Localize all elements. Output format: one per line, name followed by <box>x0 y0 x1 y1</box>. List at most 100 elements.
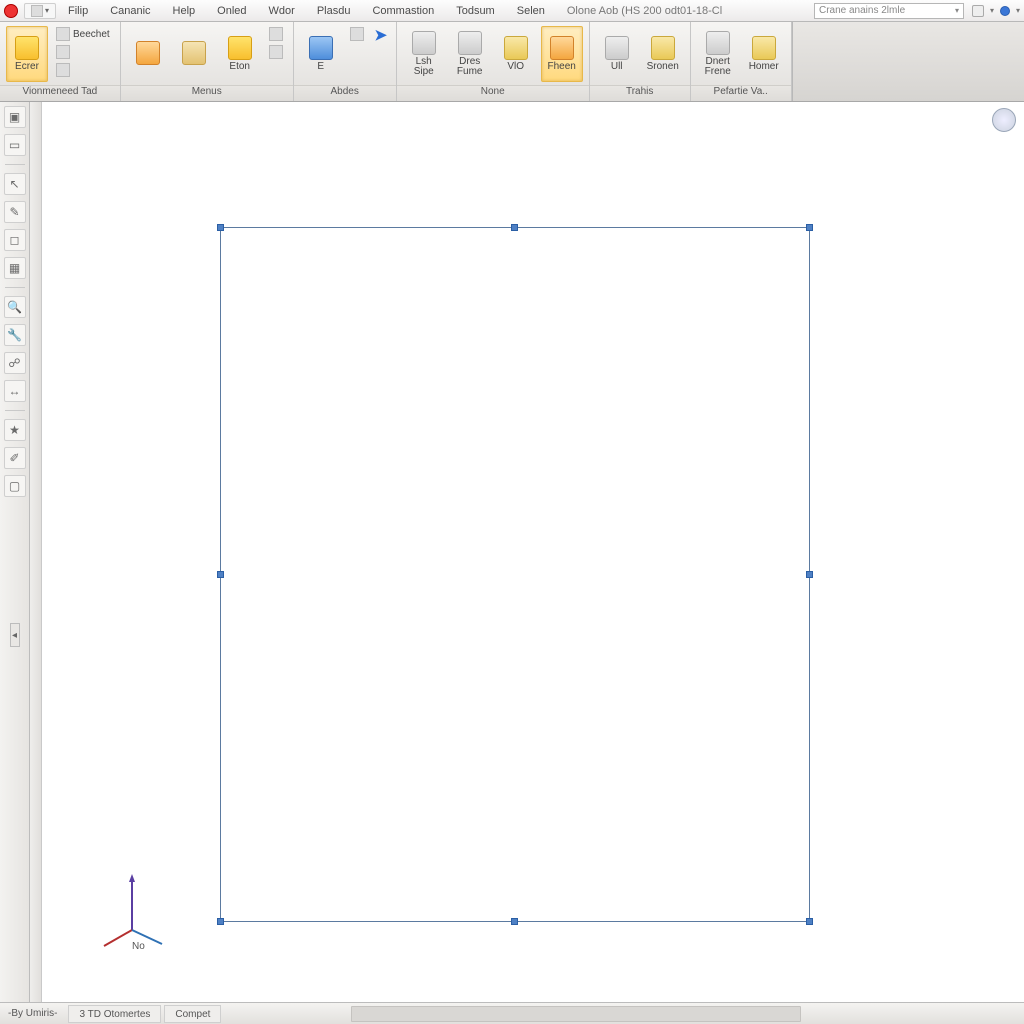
status-tab-0[interactable]: 3 TD Otomertes <box>68 1005 161 1023</box>
ribbon-button-1-1[interactable] <box>173 26 215 82</box>
status-tab-1[interactable]: Compet <box>164 1005 221 1023</box>
ribbon-button-icon <box>458 31 482 55</box>
resize-handle-s[interactable] <box>511 918 518 925</box>
chart-icon[interactable]: ▣ <box>4 106 26 128</box>
menu-item-1[interactable]: Cananic <box>100 2 160 20</box>
menu-item-3[interactable]: Onled <box>207 2 256 20</box>
ribbon-button-1-2[interactable]: Eton <box>219 26 261 82</box>
highlight-icon[interactable]: ★ <box>4 419 26 441</box>
ribbon-button-label: VlO <box>507 62 524 72</box>
menu-item-8[interactable]: Selen <box>507 2 555 20</box>
app-icon[interactable] <box>4 4 18 18</box>
ribbon-button-3-2[interactable]: VlO <box>495 26 537 82</box>
ribbon-small-button-0-0[interactable]: Beechet <box>52 26 114 42</box>
toolbar-separator <box>5 410 25 411</box>
ribbon-button-0-0[interactable]: Ecrer <box>6 26 48 82</box>
ribbon-small-button-0-1[interactable] <box>52 44 114 60</box>
resize-handle-e[interactable] <box>806 571 813 578</box>
ribbon-button-icon <box>651 36 675 60</box>
menu-item-7[interactable]: Todsum <box>446 2 505 20</box>
ribbon-button-5-1[interactable]: Homer <box>743 26 785 82</box>
search-icon[interactable]: 🔍 <box>4 296 26 318</box>
ribbon-button-icon <box>136 41 160 65</box>
ribbon-button-2-0[interactable]: E <box>300 26 342 82</box>
canvas[interactable]: No <box>42 102 1024 1002</box>
ribbon-button-label: Fheen <box>548 62 576 72</box>
ribbon-button-3-3[interactable]: Fheen <box>541 26 583 82</box>
box-icon[interactable]: ◻ <box>4 229 26 251</box>
measure-icon[interactable]: ↔ <box>4 380 26 402</box>
view-compass-icon[interactable] <box>992 108 1016 132</box>
ribbon-small-button-2-0[interactable] <box>346 26 368 42</box>
ribbon-panel-4: UllSronenTrahis <box>590 22 691 101</box>
ribbon-button-icon <box>706 31 730 55</box>
status-dot-icon[interactable] <box>1000 6 1010 16</box>
resize-handle-se[interactable] <box>806 918 813 925</box>
menu-item-5[interactable]: Plasdu <box>307 2 361 20</box>
search-input[interactable]: Crane anains 2lmle ▾ <box>814 3 964 19</box>
ribbon-button-4-1[interactable]: Sronen <box>642 26 684 82</box>
small-button-icon <box>269 45 283 59</box>
menu-bar: ▾ Filip Cananic Help Onled Wdor Plasdu C… <box>0 0 1024 22</box>
eyedropper-icon[interactable]: ✐ <box>4 447 26 469</box>
ribbon-button-5-0[interactable]: DnertFrene <box>697 26 739 82</box>
ribbon-panel-title: Pefartie Va.. <box>691 85 791 101</box>
arrow-icon[interactable]: ➤ <box>372 26 390 44</box>
menu-item-4[interactable]: Wdor <box>259 2 305 20</box>
small-button-icon <box>350 27 364 41</box>
ribbon-panel-3: LshSipeDresFumeVlOFheenNone <box>397 22 590 101</box>
selection-rectangle[interactable] <box>220 227 810 922</box>
pointer-icon[interactable]: ↖ <box>4 173 26 195</box>
options-icon[interactable] <box>972 5 984 17</box>
ribbon-button-icon <box>309 36 333 60</box>
small-button-icon <box>56 63 70 77</box>
qat-save-icon[interactable] <box>31 5 43 17</box>
progress-track[interactable] <box>351 1006 801 1022</box>
window-controls: ▾ ▾ <box>972 5 1020 17</box>
folder-icon[interactable]: ▭ <box>4 134 26 156</box>
ribbon-small-button-0-2[interactable] <box>52 62 114 78</box>
panel-gutter <box>30 102 42 1002</box>
axis-triad[interactable]: No <box>92 868 172 948</box>
collapse-handle[interactable]: ◂ <box>10 623 20 647</box>
ribbon-button-icon <box>412 31 436 55</box>
small-button-label: Beechet <box>73 29 110 40</box>
ribbon-button-3-0[interactable]: LshSipe <box>403 26 445 82</box>
workspace: ▣ ▭ ↖ ✎ ◻ ▦ 🔍 🔧 ☍ ↔ ★ ✐ ▢ ◂ No <box>0 102 1024 1002</box>
ribbon-button-icon <box>504 36 528 60</box>
axis-label: No <box>132 941 145 952</box>
quick-access-toolbar[interactable]: ▾ <box>24 3 56 19</box>
link-icon[interactable]: ☍ <box>4 352 26 374</box>
wrench-icon[interactable]: 🔧 <box>4 324 26 346</box>
status-bar: -By Umiris- 3 TD Otomertes Compet <box>0 1002 1024 1024</box>
menu-item-0[interactable]: Filip <box>58 2 98 20</box>
menu-item-2[interactable]: Help <box>163 2 206 20</box>
ribbon-button-label: DnertFrene <box>705 57 731 77</box>
add-box-icon[interactable]: ▦ <box>4 257 26 279</box>
menu-item-6[interactable]: Commastion <box>362 2 444 20</box>
resize-handle-ne[interactable] <box>806 224 813 231</box>
resize-handle-nw[interactable] <box>217 224 224 231</box>
blank-icon[interactable]: ▢ <box>4 475 26 497</box>
ribbon-button-label: Sronen <box>647 62 679 72</box>
small-button-icon <box>56 45 70 59</box>
chevron-down-icon[interactable]: ▾ <box>955 6 959 15</box>
chevron-down-icon[interactable]: ▾ <box>1016 6 1020 15</box>
ribbon-button-3-1[interactable]: DresFume <box>449 26 491 82</box>
ribbon-panel-0: EcrerBeechetVionmeneed Tad <box>0 22 121 101</box>
resize-handle-sw[interactable] <box>217 918 224 925</box>
ribbon-panel-5: DnertFrene Homer Pefartie Va.. <box>691 22 792 101</box>
ribbon-button-label: DresFume <box>457 57 483 77</box>
chevron-down-icon[interactable]: ▾ <box>990 6 994 15</box>
ribbon-small-button-1-1[interactable] <box>265 44 287 60</box>
resize-handle-w[interactable] <box>217 571 224 578</box>
brush-icon[interactable]: ✎ <box>4 201 26 223</box>
ribbon-button-4-0[interactable]: Ull <box>596 26 638 82</box>
ribbon-button-icon <box>182 41 206 65</box>
resize-handle-n[interactable] <box>511 224 518 231</box>
status-first: -By Umiris- <box>0 1008 65 1019</box>
ribbon-small-button-1-0[interactable] <box>265 26 287 42</box>
ribbon-panel-title: Menus <box>121 85 293 101</box>
ribbon-button-1-0[interactable] <box>127 26 169 82</box>
chevron-down-icon[interactable]: ▾ <box>45 6 49 15</box>
